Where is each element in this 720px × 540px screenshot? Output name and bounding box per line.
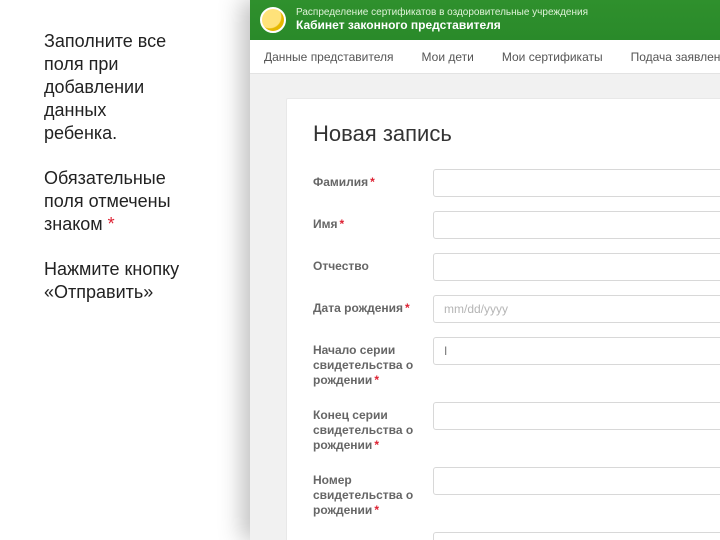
label-text: Начало серии свидетельства о рождении	[313, 343, 413, 387]
instruction-paragraph-1: Заполните все поля при добавлении данных…	[44, 30, 182, 145]
label-snils: СНИЛС	[313, 532, 433, 540]
field-row-firstname: Имя*	[313, 211, 720, 239]
input-birthdate[interactable]	[433, 295, 720, 323]
label-birthdate: Дата рождения*	[313, 295, 433, 316]
label-cert-number: Номер свидетельства о рождении*	[313, 467, 433, 518]
required-star: *	[374, 503, 379, 517]
app-header: Распределение сертификатов в оздоровител…	[250, 0, 720, 40]
required-star: *	[405, 301, 410, 315]
instruction-paragraph-3: Нажмите кнопку «Отправить»	[44, 258, 182, 304]
required-star: *	[374, 373, 379, 387]
instruction-panel: Заполните все поля при добавлении данных…	[0, 0, 200, 540]
label-cert-series-start: Начало серии свидетельства о рождении*	[313, 337, 433, 388]
instruction-paragraph-2: Обязательные поля отмечены знаком *	[44, 167, 182, 236]
tab-my-children[interactable]: Мои дети	[408, 40, 488, 73]
label-text: Имя	[313, 217, 338, 231]
field-row-cert-series-start: Начало серии свидетельства о рождении*	[313, 337, 720, 388]
label-text: Фамилия	[313, 175, 368, 189]
form-card: Новая запись Фамилия* Имя* Отчество	[286, 98, 720, 540]
field-row-cert-number: Номер свидетельства о рождении*	[313, 467, 720, 518]
app-header-titles: Распределение сертификатов в оздоровител…	[296, 7, 588, 32]
required-star: *	[108, 214, 115, 234]
label-text: Конец серии свидетельства о рождении	[313, 408, 413, 452]
required-star: *	[370, 175, 375, 189]
input-cert-series-end[interactable]	[433, 402, 720, 430]
input-middlename[interactable]	[433, 253, 720, 281]
app-title: Кабинет законного представителя	[296, 19, 588, 33]
input-firstname[interactable]	[433, 211, 720, 239]
tab-my-certificates[interactable]: Мои сертификаты	[488, 40, 617, 73]
tab-submit-application[interactable]: Подача заявления	[617, 40, 720, 73]
label-text: Номер свидетельства о рождении	[313, 473, 413, 517]
field-row-birthdate: Дата рождения*	[313, 295, 720, 323]
tab-representative-data[interactable]: Данные представителя	[250, 40, 408, 73]
label-lastname: Фамилия*	[313, 169, 433, 190]
field-row-cert-series-end: Конец серии свидетельства о рождении*	[313, 402, 720, 453]
label-firstname: Имя*	[313, 211, 433, 232]
form-title: Новая запись	[313, 121, 720, 147]
label-middlename: Отчество	[313, 253, 433, 274]
input-cert-series-start[interactable]	[433, 337, 720, 365]
field-row-snils: СНИЛС	[313, 532, 720, 540]
field-row-lastname: Фамилия*	[313, 169, 720, 197]
input-lastname[interactable]	[433, 169, 720, 197]
form-area: Новая запись Фамилия* Имя* Отчество	[250, 74, 720, 540]
input-cert-number[interactable]	[433, 467, 720, 495]
tab-bar: Данные представителя Мои дети Мои сертиф…	[250, 40, 720, 74]
label-text: Дата рождения	[313, 301, 403, 315]
field-row-middlename: Отчество	[313, 253, 720, 281]
app-window: Распределение сертификатов в оздоровител…	[250, 0, 720, 540]
app-logo-icon	[260, 7, 286, 33]
label-cert-series-end: Конец серии свидетельства о рождении*	[313, 402, 433, 453]
required-star: *	[340, 217, 345, 231]
required-star: *	[374, 438, 379, 452]
label-text: Отчество	[313, 259, 369, 273]
input-snils[interactable]	[433, 532, 720, 540]
